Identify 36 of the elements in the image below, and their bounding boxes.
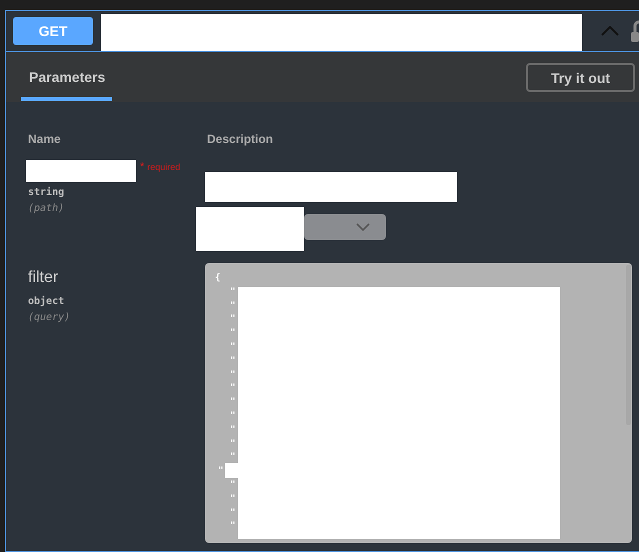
try-it-out-button[interactable]: Try it out (526, 63, 635, 92)
required-label: required (147, 162, 180, 172)
column-header: Name (28, 132, 62, 148)
parameter-location: (path) (28, 203, 66, 214)
tab[interactable]: Parameters (21, 69, 112, 101)
code-line: " (230, 520, 236, 534)
code-line: " (230, 368, 236, 382)
code-line: " (230, 300, 236, 313)
lock-icon[interactable] (631, 20, 639, 42)
code-line: " (230, 340, 236, 354)
code-line: " (230, 410, 236, 423)
code-line: " (230, 313, 236, 326)
code-line: " (218, 465, 224, 478)
code-line: " (230, 382, 236, 396)
chevron-down-icon (356, 223, 370, 231)
required-asterisk: * (140, 161, 144, 173)
code-line: " (230, 286, 236, 299)
method-badge: GET (13, 17, 93, 45)
code-line: " (230, 396, 236, 410)
code-line: " (230, 506, 236, 520)
column-header: Description (207, 132, 274, 148)
parameter-location: (query) (28, 312, 72, 323)
chevron-up-icon[interactable] (601, 26, 619, 36)
code-line: " (230, 354, 236, 368)
code-line: " (230, 424, 236, 437)
code-line: " (230, 451, 236, 464)
code-line: " (230, 478, 236, 492)
code-line: { (215, 272, 220, 285)
code-line: " (230, 438, 236, 451)
code-line: " (230, 492, 236, 506)
parameter-type: string (28, 187, 66, 198)
parameter-type: object (28, 296, 66, 307)
parameter-name: filter (28, 269, 58, 287)
scrollbar[interactable] (626, 265, 631, 425)
code-line: " (230, 327, 236, 340)
dropdown[interactable] (304, 214, 386, 240)
